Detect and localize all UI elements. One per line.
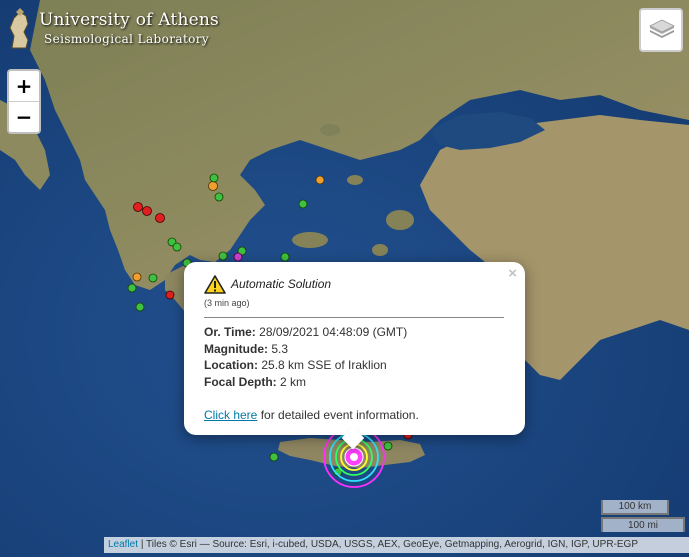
layers-icon xyxy=(649,19,675,38)
leaflet-link[interactable]: Leaflet xyxy=(108,539,138,550)
field-magnitude: Magnitude: 5.3 xyxy=(204,341,504,358)
layers-button[interactable] xyxy=(639,8,683,52)
logo-subtitle: Seismological Laboratory xyxy=(44,32,210,46)
quake-marker[interactable] xyxy=(214,192,224,202)
zoom-out-button[interactable]: − xyxy=(9,102,39,132)
island-thasos xyxy=(320,124,340,136)
popup-title: Automatic Solution xyxy=(231,277,332,291)
field-value: 28/09/2021 04:48:09 (GMT) xyxy=(259,325,408,339)
scale-mi: 100 mi xyxy=(601,517,685,532)
field-label: Or. Time: xyxy=(204,325,256,339)
field-value: 5.3 xyxy=(271,341,289,356)
field-label: Magnitude: xyxy=(204,341,268,356)
quake-marker[interactable] xyxy=(165,290,175,300)
quake-marker[interactable] xyxy=(298,199,308,209)
field-value: 25.8 km SSE of Iraklion xyxy=(261,358,387,372)
map[interactable]: University of Athens Seismological Labor… xyxy=(0,0,689,557)
quake-marker[interactable] xyxy=(233,252,243,262)
quake-marker[interactable] xyxy=(155,213,165,223)
quake-marker[interactable] xyxy=(208,181,218,191)
quake-marker[interactable] xyxy=(209,173,219,183)
scale-bar: 100 km 100 mi xyxy=(601,500,685,532)
quake-marker[interactable] xyxy=(148,273,158,283)
zoom-in-button[interactable]: + xyxy=(9,71,39,102)
logo: University of Athens Seismological Labor… xyxy=(6,8,219,52)
quake-marker[interactable] xyxy=(315,175,325,185)
quake-marker[interactable] xyxy=(269,452,279,462)
quake-marker[interactable] xyxy=(135,302,145,312)
island-euboea xyxy=(292,232,328,248)
field-origin-time: Or. Time: 28/09/2021 04:48:09 (GMT) xyxy=(204,324,504,341)
quake-marker[interactable] xyxy=(127,283,137,293)
attribution-text: | Tiles © Esri — Source: Esri, i-cubed, … xyxy=(140,539,638,550)
popup-header: Automatic Solution xyxy=(204,274,504,294)
details-link[interactable]: Click here xyxy=(204,408,257,422)
warning-icon xyxy=(204,275,226,294)
popup-age: (3 min ago) xyxy=(204,298,250,308)
field-focal-depth: Focal Depth: 2 km xyxy=(204,374,504,391)
field-value: 2 km xyxy=(280,374,307,389)
quake-marker[interactable] xyxy=(142,206,152,216)
island-lesbos xyxy=(386,210,414,230)
quake-marker[interactable] xyxy=(172,242,182,252)
popup-divider xyxy=(204,317,504,318)
details-suffix: for detailed event information. xyxy=(260,408,419,422)
logo-title: University of Athens xyxy=(39,10,219,30)
field-label: Focal Depth: xyxy=(204,374,277,389)
field-label: Location: xyxy=(204,358,258,372)
quake-marker[interactable] xyxy=(280,252,290,262)
popup-close-button[interactable]: × xyxy=(508,265,517,282)
zoom-control: + − xyxy=(7,69,41,134)
scale-km: 100 km xyxy=(601,500,669,515)
details-line: Click here for detailed event informatio… xyxy=(204,408,504,422)
quake-marker[interactable] xyxy=(218,251,228,261)
field-location: Location: 25.8 km SSE of Iraklion xyxy=(204,357,504,374)
attribution: Leaflet | Tiles © Esri — Source: Esri, i… xyxy=(104,537,689,553)
quake-marker[interactable] xyxy=(133,202,143,212)
quake-marker[interactable] xyxy=(383,441,393,451)
athena-head-icon xyxy=(9,8,29,49)
popup-content: Automatic Solution (3 min ago) Or. Time:… xyxy=(204,274,504,422)
quake-marker[interactable] xyxy=(132,272,142,282)
island-lemnos xyxy=(347,175,363,185)
event-popup: × Automatic Solution (3 min ago) Or. Tim… xyxy=(184,262,525,450)
island-chios xyxy=(372,244,388,256)
